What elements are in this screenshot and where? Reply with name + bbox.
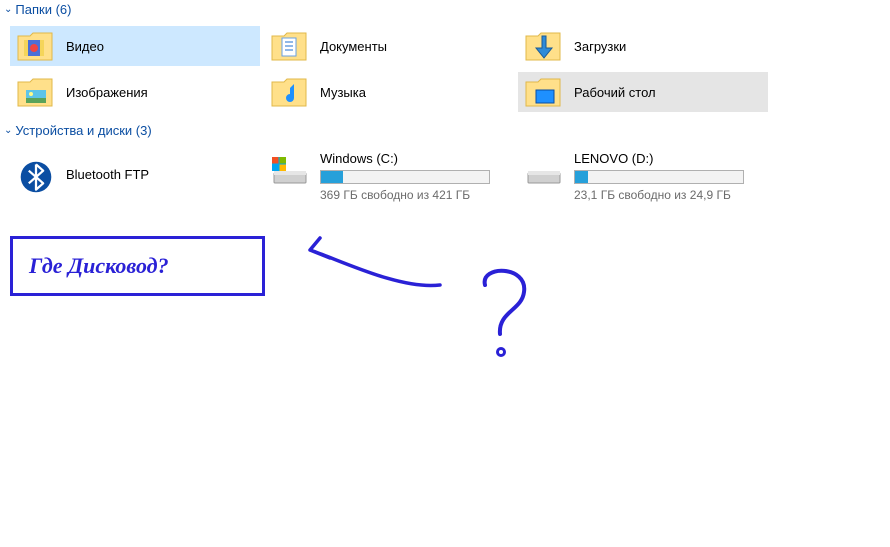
folder-item-documents[interactable]: Документы bbox=[264, 26, 514, 66]
drives-grid: Bluetooth FTP Windows (C:) 369 ГБ свобод… bbox=[0, 140, 890, 215]
chevron-down-icon: ⌄ bbox=[4, 125, 12, 136]
folder-label: Документы bbox=[320, 39, 387, 54]
folder-icon bbox=[270, 30, 310, 62]
folder-icon bbox=[270, 76, 310, 108]
folder-item-desktop[interactable]: Рабочий стол bbox=[518, 72, 768, 112]
folder-icon bbox=[16, 30, 56, 62]
folder-label: Загрузки bbox=[574, 39, 626, 54]
annotation-box: Где Дисковод? bbox=[10, 236, 265, 296]
drive-name: Windows (C:) bbox=[320, 151, 508, 166]
folder-item-downloads[interactable]: Загрузки bbox=[518, 26, 768, 66]
folder-item-pictures[interactable]: Изображения bbox=[10, 72, 260, 112]
drive-free-text: 23,1 ГБ свободно из 24,9 ГБ bbox=[574, 188, 762, 202]
disk-icon bbox=[524, 151, 564, 191]
section-title-drives: Устройства и диски (3) bbox=[15, 123, 151, 138]
annotation-text: Где Дисковод? bbox=[29, 253, 169, 279]
drive-usage-bar bbox=[320, 170, 490, 184]
section-header-folders[interactable]: ⌄ Папки (6) bbox=[0, 0, 890, 19]
annotation-scribble bbox=[280, 230, 580, 390]
folder-label: Музыка bbox=[320, 85, 366, 100]
drive-item-bluetooth[interactable]: Bluetooth FTP bbox=[10, 147, 260, 206]
drive-name: Bluetooth FTP bbox=[66, 167, 254, 182]
disk-icon bbox=[270, 151, 310, 191]
folder-icon bbox=[524, 76, 564, 108]
section-title-folders: Папки (6) bbox=[15, 2, 71, 17]
drive-usage-bar bbox=[574, 170, 744, 184]
folder-item-music[interactable]: Музыка bbox=[264, 72, 514, 112]
drive-name: LENOVO (D:) bbox=[574, 151, 762, 166]
chevron-down-icon: ⌄ bbox=[4, 4, 12, 15]
drive-usage-fill bbox=[575, 171, 588, 183]
folder-label: Изображения bbox=[66, 85, 148, 100]
bluetooth-icon bbox=[16, 157, 56, 197]
section-header-drives[interactable]: ⌄ Устройства и диски (3) bbox=[0, 121, 890, 140]
drive-item-lenovo-d[interactable]: LENOVO (D:) 23,1 ГБ свободно из 24,9 ГБ bbox=[518, 147, 768, 206]
folder-item-video[interactable]: Видео bbox=[10, 26, 260, 66]
folder-label: Видео bbox=[66, 39, 104, 54]
folder-label: Рабочий стол bbox=[574, 85, 656, 100]
folders-grid: Видео Документы Загрузки bbox=[0, 19, 890, 121]
drive-usage-fill bbox=[321, 171, 343, 183]
folder-icon bbox=[16, 76, 56, 108]
drive-item-windows-c[interactable]: Windows (C:) 369 ГБ свободно из 421 ГБ bbox=[264, 147, 514, 206]
drive-free-text: 369 ГБ свободно из 421 ГБ bbox=[320, 188, 508, 202]
folder-icon bbox=[524, 30, 564, 62]
